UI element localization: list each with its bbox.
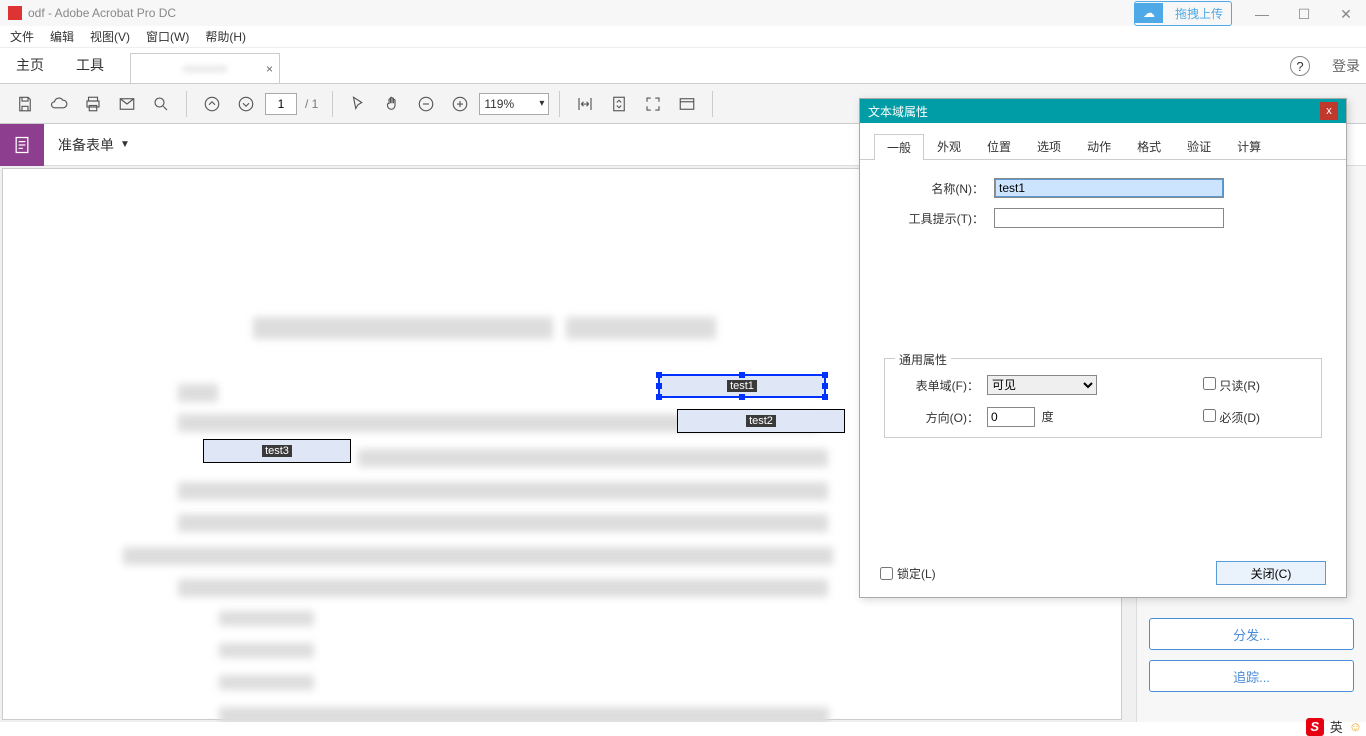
window-maximize[interactable]: ☐: [1292, 6, 1316, 20]
fit-width-icon[interactable]: [570, 89, 600, 119]
tab-validate[interactable]: 验证: [1174, 133, 1224, 159]
distribute-button[interactable]: 分发...: [1149, 618, 1354, 650]
text-field-properties-dialog[interactable]: 文本域属性 x 一般 外观 位置 选项 动作 格式 验证 计算 名称(N)： 工…: [859, 98, 1347, 598]
document-tab[interactable]: xxxxxxxx ×: [130, 53, 280, 83]
page-number-input[interactable]: [265, 93, 297, 115]
hand-icon[interactable]: [377, 89, 407, 119]
orientation-input[interactable]: [987, 407, 1035, 427]
name-label: 名称(N)：: [884, 180, 984, 197]
pointer-icon[interactable]: [343, 89, 373, 119]
form-field-select[interactable]: 可见: [987, 375, 1097, 395]
menu-bar: 文件 编辑 视图(V) 窗口(W) 帮助(H): [0, 26, 1366, 48]
menu-window[interactable]: 窗口(W): [146, 28, 189, 45]
group-legend: 通用属性: [895, 351, 951, 368]
fit-page-icon[interactable]: [604, 89, 634, 119]
zoom-out-icon[interactable]: [411, 89, 441, 119]
cloud-icon: ☁: [1135, 3, 1163, 23]
search-icon[interactable]: [146, 89, 176, 119]
save-icon[interactable]: [10, 89, 40, 119]
common-properties-group: 通用属性 表单域(F)： 可见 只读(R) 方向(O)： 度 必须(D): [884, 358, 1322, 438]
window-close[interactable]: ✕: [1334, 6, 1358, 20]
form-field-test3[interactable]: test3: [203, 439, 351, 463]
tooltip-label: 工具提示(T)：: [884, 210, 984, 227]
tab-tools[interactable]: 工具: [60, 47, 120, 83]
close-button[interactable]: 关闭(C): [1216, 561, 1326, 585]
dialog-close-icon[interactable]: x: [1320, 102, 1338, 120]
menu-help[interactable]: 帮助(H): [205, 28, 246, 45]
smile-icon: ☺: [1349, 719, 1362, 734]
dialog-title: 文本域属性: [868, 103, 928, 120]
tab-general[interactable]: 一般: [874, 134, 924, 160]
lock-checkbox[interactable]: 锁定(L): [880, 565, 936, 582]
orientation-label: 方向(O)：: [899, 409, 979, 426]
cloud-icon[interactable]: [44, 89, 74, 119]
zoom-select[interactable]: 119%: [479, 93, 549, 115]
tab-options[interactable]: 选项: [1024, 133, 1074, 159]
required-checkbox[interactable]: 必须(D): [1203, 409, 1303, 426]
tab-calculate[interactable]: 计算: [1224, 133, 1274, 159]
fullscreen-icon[interactable]: [638, 89, 668, 119]
print-icon[interactable]: [78, 89, 108, 119]
tab-format[interactable]: 格式: [1124, 133, 1174, 159]
login-link[interactable]: 登录: [1332, 56, 1360, 76]
readonly-checkbox[interactable]: 只读(R): [1203, 377, 1303, 394]
menu-view[interactable]: 视图(V): [90, 28, 130, 45]
tab-actions[interactable]: 动作: [1074, 133, 1124, 159]
form-field-test2[interactable]: test2: [677, 409, 845, 433]
tab-position[interactable]: 位置: [974, 133, 1024, 159]
tab-appearance[interactable]: 外观: [924, 133, 974, 159]
name-input[interactable]: [994, 178, 1224, 198]
zoom-in-icon[interactable]: [445, 89, 475, 119]
menu-edit[interactable]: 编辑: [50, 28, 74, 45]
form-field-test1[interactable]: test1: [658, 374, 826, 398]
page-total: / 1: [305, 97, 318, 111]
app-icon: [8, 6, 22, 20]
sogou-icon: S: [1306, 718, 1324, 736]
window-minimize[interactable]: —: [1250, 6, 1274, 20]
menu-file[interactable]: 文件: [10, 28, 34, 45]
close-tab-icon[interactable]: ×: [266, 62, 273, 76]
form-title[interactable]: 准备表单▼: [44, 135, 144, 155]
window-title: odf - Adobe Acrobat Pro DC: [28, 6, 176, 20]
form-field-label: 表单域(F)：: [899, 377, 979, 394]
help-icon[interactable]: ?: [1290, 56, 1310, 76]
page-down-icon[interactable]: [231, 89, 261, 119]
dialog-tabs: 一般 外观 位置 选项 动作 格式 验证 计算: [860, 133, 1346, 160]
dialog-titlebar[interactable]: 文本域属性 x: [860, 99, 1346, 123]
tab-home[interactable]: 主页: [0, 47, 60, 83]
tab-row: 主页 工具 xxxxxxxx × ? 登录: [0, 48, 1366, 84]
read-mode-icon[interactable]: [672, 89, 702, 119]
page-up-icon[interactable]: [197, 89, 227, 119]
drag-upload-button[interactable]: ☁ 拖拽上传: [1134, 1, 1232, 26]
tooltip-input[interactable]: [994, 208, 1224, 228]
ime-indicator[interactable]: S 英 ☺: [1306, 717, 1362, 736]
track-button[interactable]: 追踪...: [1149, 660, 1354, 692]
window-titlebar: odf - Adobe Acrobat Pro DC ☁ 拖拽上传 — ☐ ✕: [0, 0, 1366, 26]
mail-icon[interactable]: [112, 89, 142, 119]
form-mode-icon[interactable]: [0, 124, 44, 166]
